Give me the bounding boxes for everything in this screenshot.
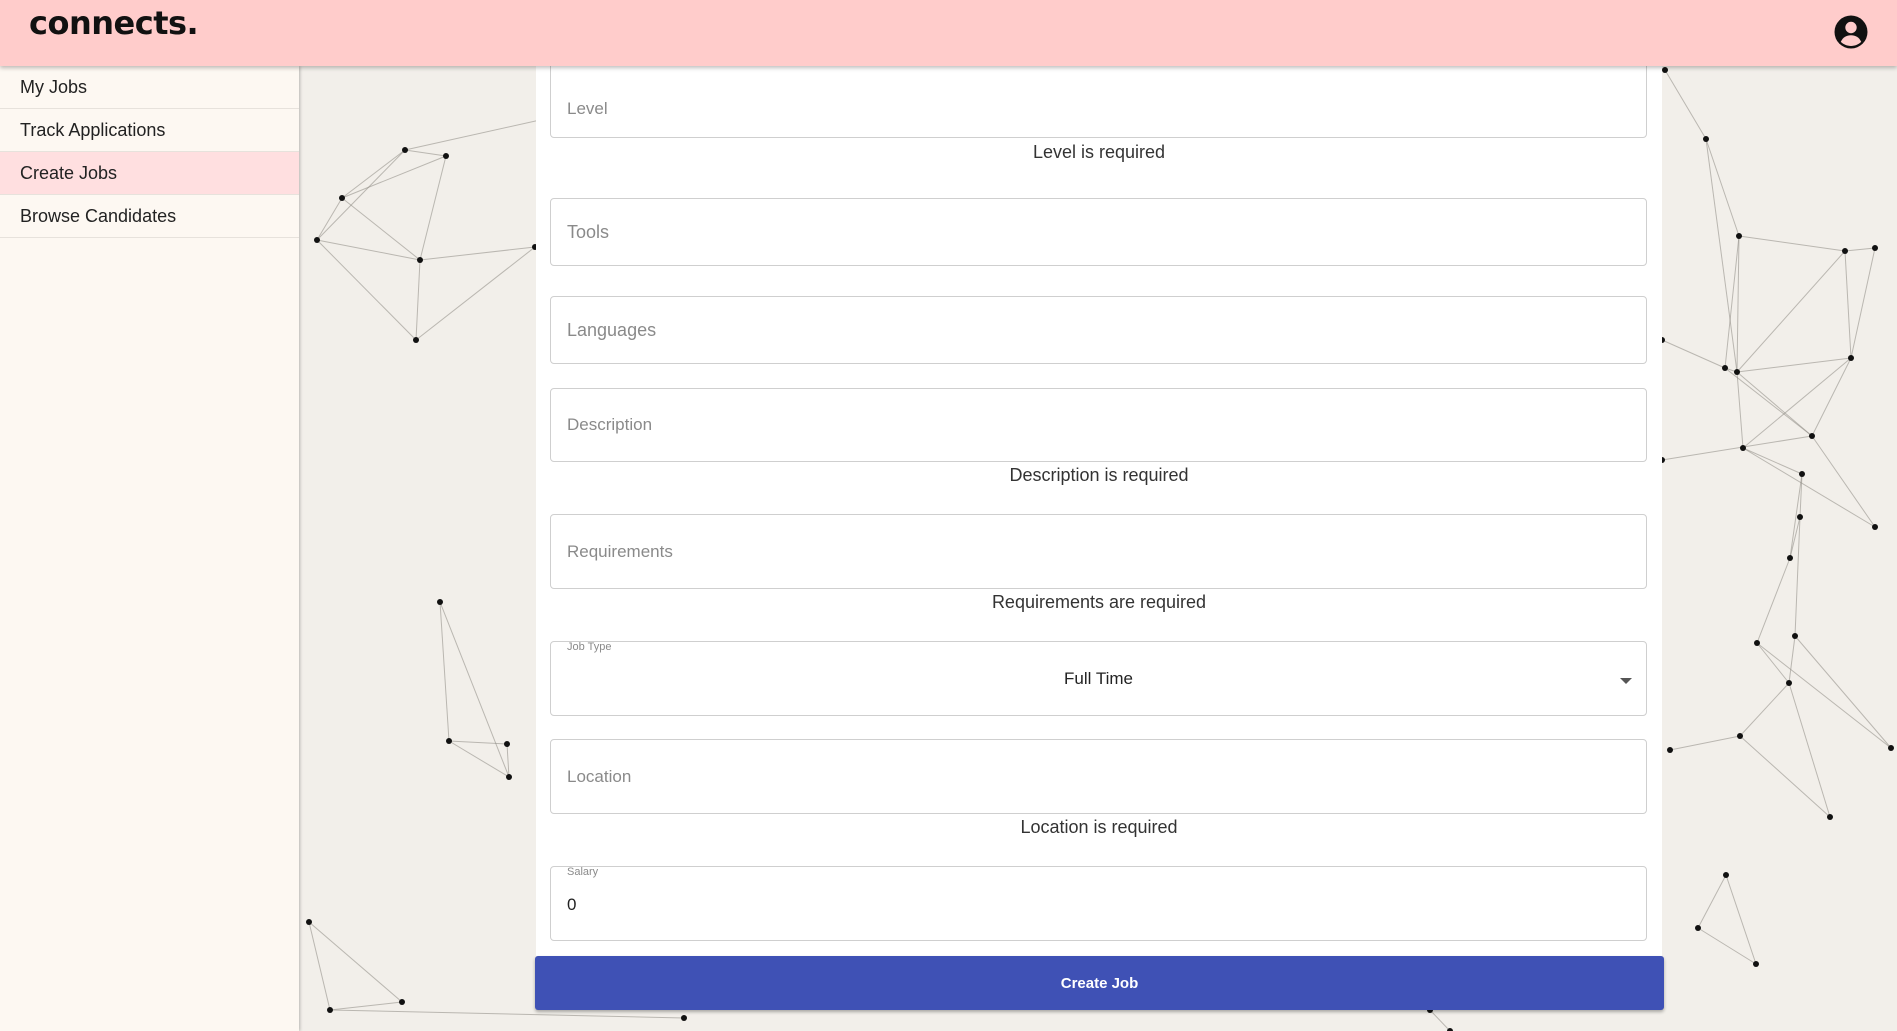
- requirements-error: Requirements are required: [991, 592, 1207, 612]
- requirements-input[interactable]: [551, 515, 1646, 588]
- job-type-select[interactable]: Job Type Full Time: [550, 641, 1647, 716]
- sidebar: My Jobs Track Applications Create Jobs B…: [0, 66, 299, 1031]
- location-field[interactable]: [550, 739, 1647, 814]
- salary-label: Salary: [567, 866, 599, 878]
- salary-field[interactable]: Salary 0: [550, 866, 1647, 941]
- sidebar-item-track-applications[interactable]: Track Applications: [0, 109, 299, 152]
- level-field[interactable]: [550, 60, 1647, 138]
- account-circle-icon[interactable]: [1833, 14, 1869, 50]
- salary-value[interactable]: 0: [567, 895, 576, 915]
- description-input[interactable]: [551, 389, 1646, 461]
- app-logo[interactable]: connects.: [29, 4, 199, 42]
- languages-field[interactable]: [550, 296, 1647, 364]
- job-type-label: Job Type: [567, 641, 612, 653]
- tools-input[interactable]: [551, 199, 1646, 265]
- create-job-button[interactable]: Create Job: [535, 956, 1664, 1010]
- location-error: Location is required: [1020, 817, 1178, 837]
- tools-field[interactable]: [550, 198, 1647, 266]
- job-type-value: Full Time: [1064, 669, 1133, 688]
- create-job-form: Level is required Description is require…: [536, 60, 1662, 956]
- location-input[interactable]: [551, 740, 1646, 813]
- sidebar-item-browse-candidates[interactable]: Browse Candidates: [0, 195, 299, 238]
- description-field[interactable]: [550, 388, 1647, 462]
- sidebar-item-my-jobs[interactable]: My Jobs: [0, 66, 299, 109]
- languages-input[interactable]: [551, 297, 1646, 363]
- description-error: Description is required: [1009, 465, 1189, 485]
- sidebar-item-create-jobs[interactable]: Create Jobs: [0, 152, 299, 195]
- top-header: connects.: [0, 0, 1897, 66]
- requirements-field[interactable]: [550, 514, 1647, 589]
- level-error: Level is required: [1032, 142, 1166, 162]
- level-input[interactable]: [551, 61, 1646, 137]
- chevron-down-icon: [1620, 678, 1632, 684]
